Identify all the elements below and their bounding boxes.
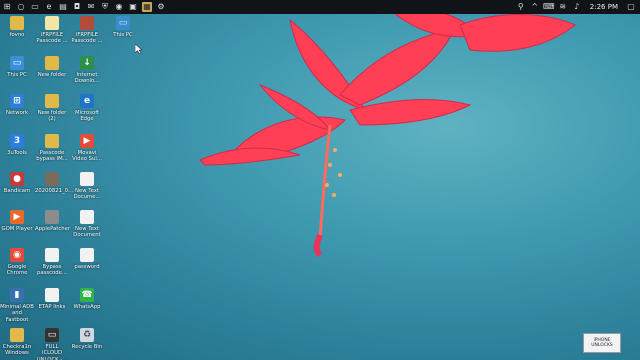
desktop-icon-this-pc[interactable]: ▭ This PC (0, 56, 34, 78)
edge-icon: e (80, 94, 94, 108)
text-document-icon (80, 172, 94, 186)
desktop-icon-network[interactable]: ⊞ Network (0, 94, 34, 116)
archive-icon (80, 16, 94, 30)
monitor-icon: ▭ (45, 328, 59, 342)
video-icon: ▶ (80, 134, 94, 148)
desktop-icon-checkra1n[interactable]: Checkra1n Windows (0, 328, 34, 357)
desktop-icon-new-text-document-1[interactable]: New Text Docume... (70, 172, 104, 201)
settings-icon[interactable]: ⚙ (156, 2, 166, 12)
text-document-icon (45, 288, 59, 302)
watermark-logo: iPHONE UNLOCKS (583, 333, 621, 353)
text-document-icon (45, 248, 59, 262)
desktop-icon-google-chrome[interactable]: ◉ Google Chrome (0, 248, 34, 277)
desktop-icon-this-pc-dragging[interactable]: ▭ This PC (106, 16, 140, 38)
watermark-text: iPHONE UNLOCKS (591, 338, 613, 348)
text-document-icon (80, 248, 94, 262)
file-explorer-icon[interactable]: ▤ (58, 2, 68, 12)
desktop-icon-recycle-bin[interactable]: ♻ Recycle Bin (70, 328, 104, 350)
desktop-icon-full-icloud-unlock[interactable]: ▭ FULL iCLOUD UNLOCK -... (35, 328, 69, 360)
chrome-icon[interactable]: ◉ (114, 2, 124, 12)
desktop-icon-whatsapp[interactable]: ☎ WhatsApp (70, 288, 104, 310)
mouse-cursor-icon (135, 44, 143, 54)
folder-icon (45, 134, 59, 148)
chrome-icon: ◉ (10, 248, 24, 262)
folder-icon (10, 328, 24, 342)
folder-icon (45, 56, 59, 70)
system-tray: ⚲ ^ ⌨ ≋ ♪ 2:26 PM ▢ (516, 0, 636, 14)
mail-icon[interactable]: ✉ (86, 2, 96, 12)
desktop-icon-20200821-file[interactable]: 20200821_0... (35, 172, 73, 194)
edge-icon[interactable]: e (44, 2, 54, 12)
desktop-icon-edge[interactable]: e Microsoft Edge (70, 94, 104, 123)
task-view-icon[interactable]: ▭ (30, 2, 40, 12)
network-icon: ⊞ (10, 94, 24, 108)
taskbar: ⊞ ○ ▭ e ▤ ◘ ✉ ⛨ ◉ ▣ ▦ ⚙ ⚲ ^ ⌨ ≋ ♪ 2:26 P… (0, 0, 640, 14)
store-icon[interactable]: ◘ (72, 2, 82, 12)
desktop-icon-minimal-adb[interactable]: ▮ Minimal ADB and Fastboot (0, 288, 34, 323)
desktop-icon-password[interactable]: password (70, 248, 104, 270)
record-icon: ● (10, 172, 24, 186)
desktop-icon-ifrpfile-1[interactable]: iFRPFILE Passcode ... (35, 16, 69, 45)
tools-icon: 3 (10, 134, 24, 148)
notification-icon[interactable]: ▢ (626, 2, 636, 12)
desktop-icon-new-folder-2[interactable]: New folder (2) (35, 94, 69, 123)
desktop-icon-ifrpfile-2[interactable]: iFRPFILE Passcode ... (70, 16, 104, 45)
clock[interactable]: 2:26 PM (590, 3, 618, 11)
folder-icon (10, 16, 24, 30)
desktop-icon-fovno[interactable]: fovno (0, 16, 34, 38)
language-icon[interactable]: ⌨ (543, 2, 555, 12)
start-icon[interactable]: ⊞ (2, 2, 12, 12)
recycle-bin-icon: ♻ (80, 328, 94, 342)
desktop-icon-new-folder[interactable]: New folder (35, 56, 69, 78)
desktop-icon-gom-player[interactable]: ▶ GOM Player (0, 210, 34, 232)
download-icon: ↓ (80, 56, 94, 70)
taskbar-pinned: ⊞ ○ ▭ e ▤ ◘ ✉ ⛨ ◉ ▣ ▦ ⚙ (2, 0, 166, 14)
media-player-icon: ▶ (10, 210, 24, 224)
desktop-icon-etap-links[interactable]: ETAP links (35, 288, 69, 310)
desktop-icon-passcode-bypass[interactable]: Passcode bypass IM... (35, 134, 69, 163)
desktop-icon-3utools[interactable]: 3 3uTools (0, 134, 34, 156)
file-icon (45, 172, 59, 186)
desktop-icon-bypass-passcode[interactable]: Bypass passcode... (35, 248, 69, 277)
volume-icon[interactable]: ♪ (572, 2, 582, 12)
desktop: ⊞ ○ ▭ e ▤ ◘ ✉ ⛨ ◉ ▣ ▦ ⚙ ⚲ ^ ⌨ ≋ ♪ 2:26 P… (0, 0, 640, 360)
gallery-icon[interactable]: ▦ (142, 2, 152, 12)
desktop-icon-internet-download[interactable]: ↓ Internet Downlo... (70, 56, 104, 85)
computer-icon: ▭ (10, 56, 24, 70)
text-document-icon (80, 210, 94, 224)
desktop-icon-bandicam[interactable]: ● Bandicam (0, 172, 34, 194)
chevron-up-icon[interactable]: ^ (530, 2, 540, 12)
adb-icon: ▮ (10, 288, 24, 302)
wifi-icon[interactable]: ≋ (558, 2, 568, 12)
patch-icon (45, 210, 59, 224)
photos-icon[interactable]: ▣ (128, 2, 138, 12)
desktop-icon-movavi[interactable]: ▶ Movavi Video Sui... (70, 134, 104, 163)
folder-icon (45, 94, 59, 108)
desktop-icon-new-text-document-2[interactable]: New Text Document (70, 210, 104, 239)
whatsapp-icon: ☎ (80, 288, 94, 302)
search-icon[interactable]: ○ (16, 2, 26, 12)
network-icon[interactable]: ⚲ (516, 2, 526, 12)
security-icon[interactable]: ⛨ (100, 2, 110, 12)
document-icon (45, 16, 59, 30)
desktop-icon-applepatcher[interactable]: ApplePatcher (35, 210, 70, 232)
computer-icon: ▭ (116, 16, 130, 30)
